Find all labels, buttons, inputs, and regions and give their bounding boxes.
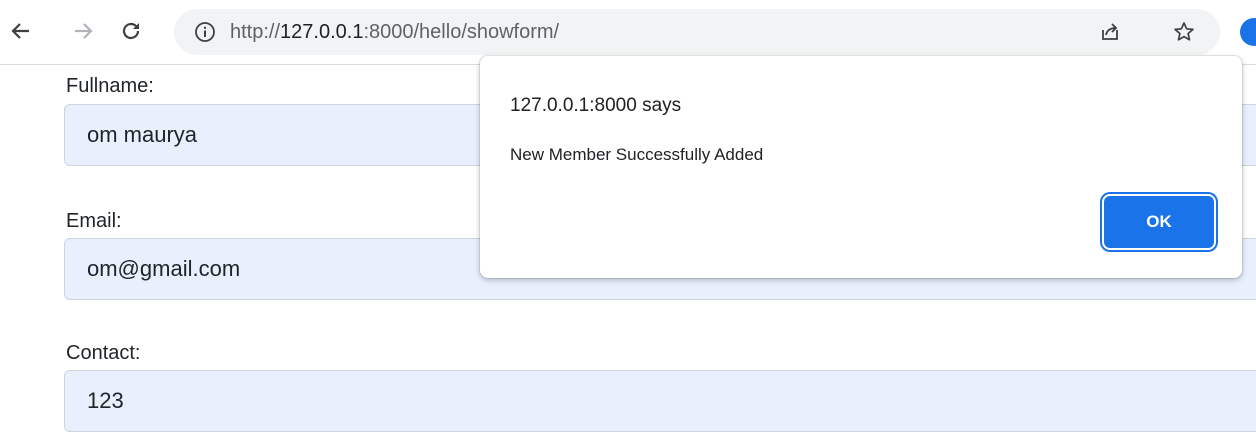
arrow-right-icon [75,23,93,39]
url-prefix: http:// [230,21,281,43]
reload-button[interactable] [114,14,148,48]
alert-dialog: 127.0.0.1:8000 says New Member Successfu… [480,56,1242,278]
dialog-title: 127.0.0.1:8000 says [510,95,682,116]
contact-input[interactable]: 123 [64,370,1256,432]
url-host: 127.0.0.1 [280,21,364,43]
url-text[interactable]: http://127.0.0.1:8000/hello/showform/ [230,21,559,43]
reload-icon [122,22,140,40]
share-icon[interactable] [1098,20,1122,44]
fullname-label: Fullname: [66,75,154,97]
contact-label: Contact: [66,342,141,364]
back-button[interactable] [4,14,38,48]
address-bar[interactable]: http://127.0.0.1:8000/hello/showform/ [174,9,1220,55]
email-label: Email: [66,210,122,232]
profile-icon[interactable] [1240,18,1256,46]
arrow-left-icon [11,23,29,39]
ok-button[interactable]: OK [1104,196,1214,248]
dialog-message: New Member Successfully Added [510,145,764,164]
url-path: :8000/hello/showform/ [363,21,560,43]
info-icon[interactable] [194,21,216,43]
forward-button[interactable] [66,14,100,48]
star-icon[interactable] [1172,20,1196,44]
